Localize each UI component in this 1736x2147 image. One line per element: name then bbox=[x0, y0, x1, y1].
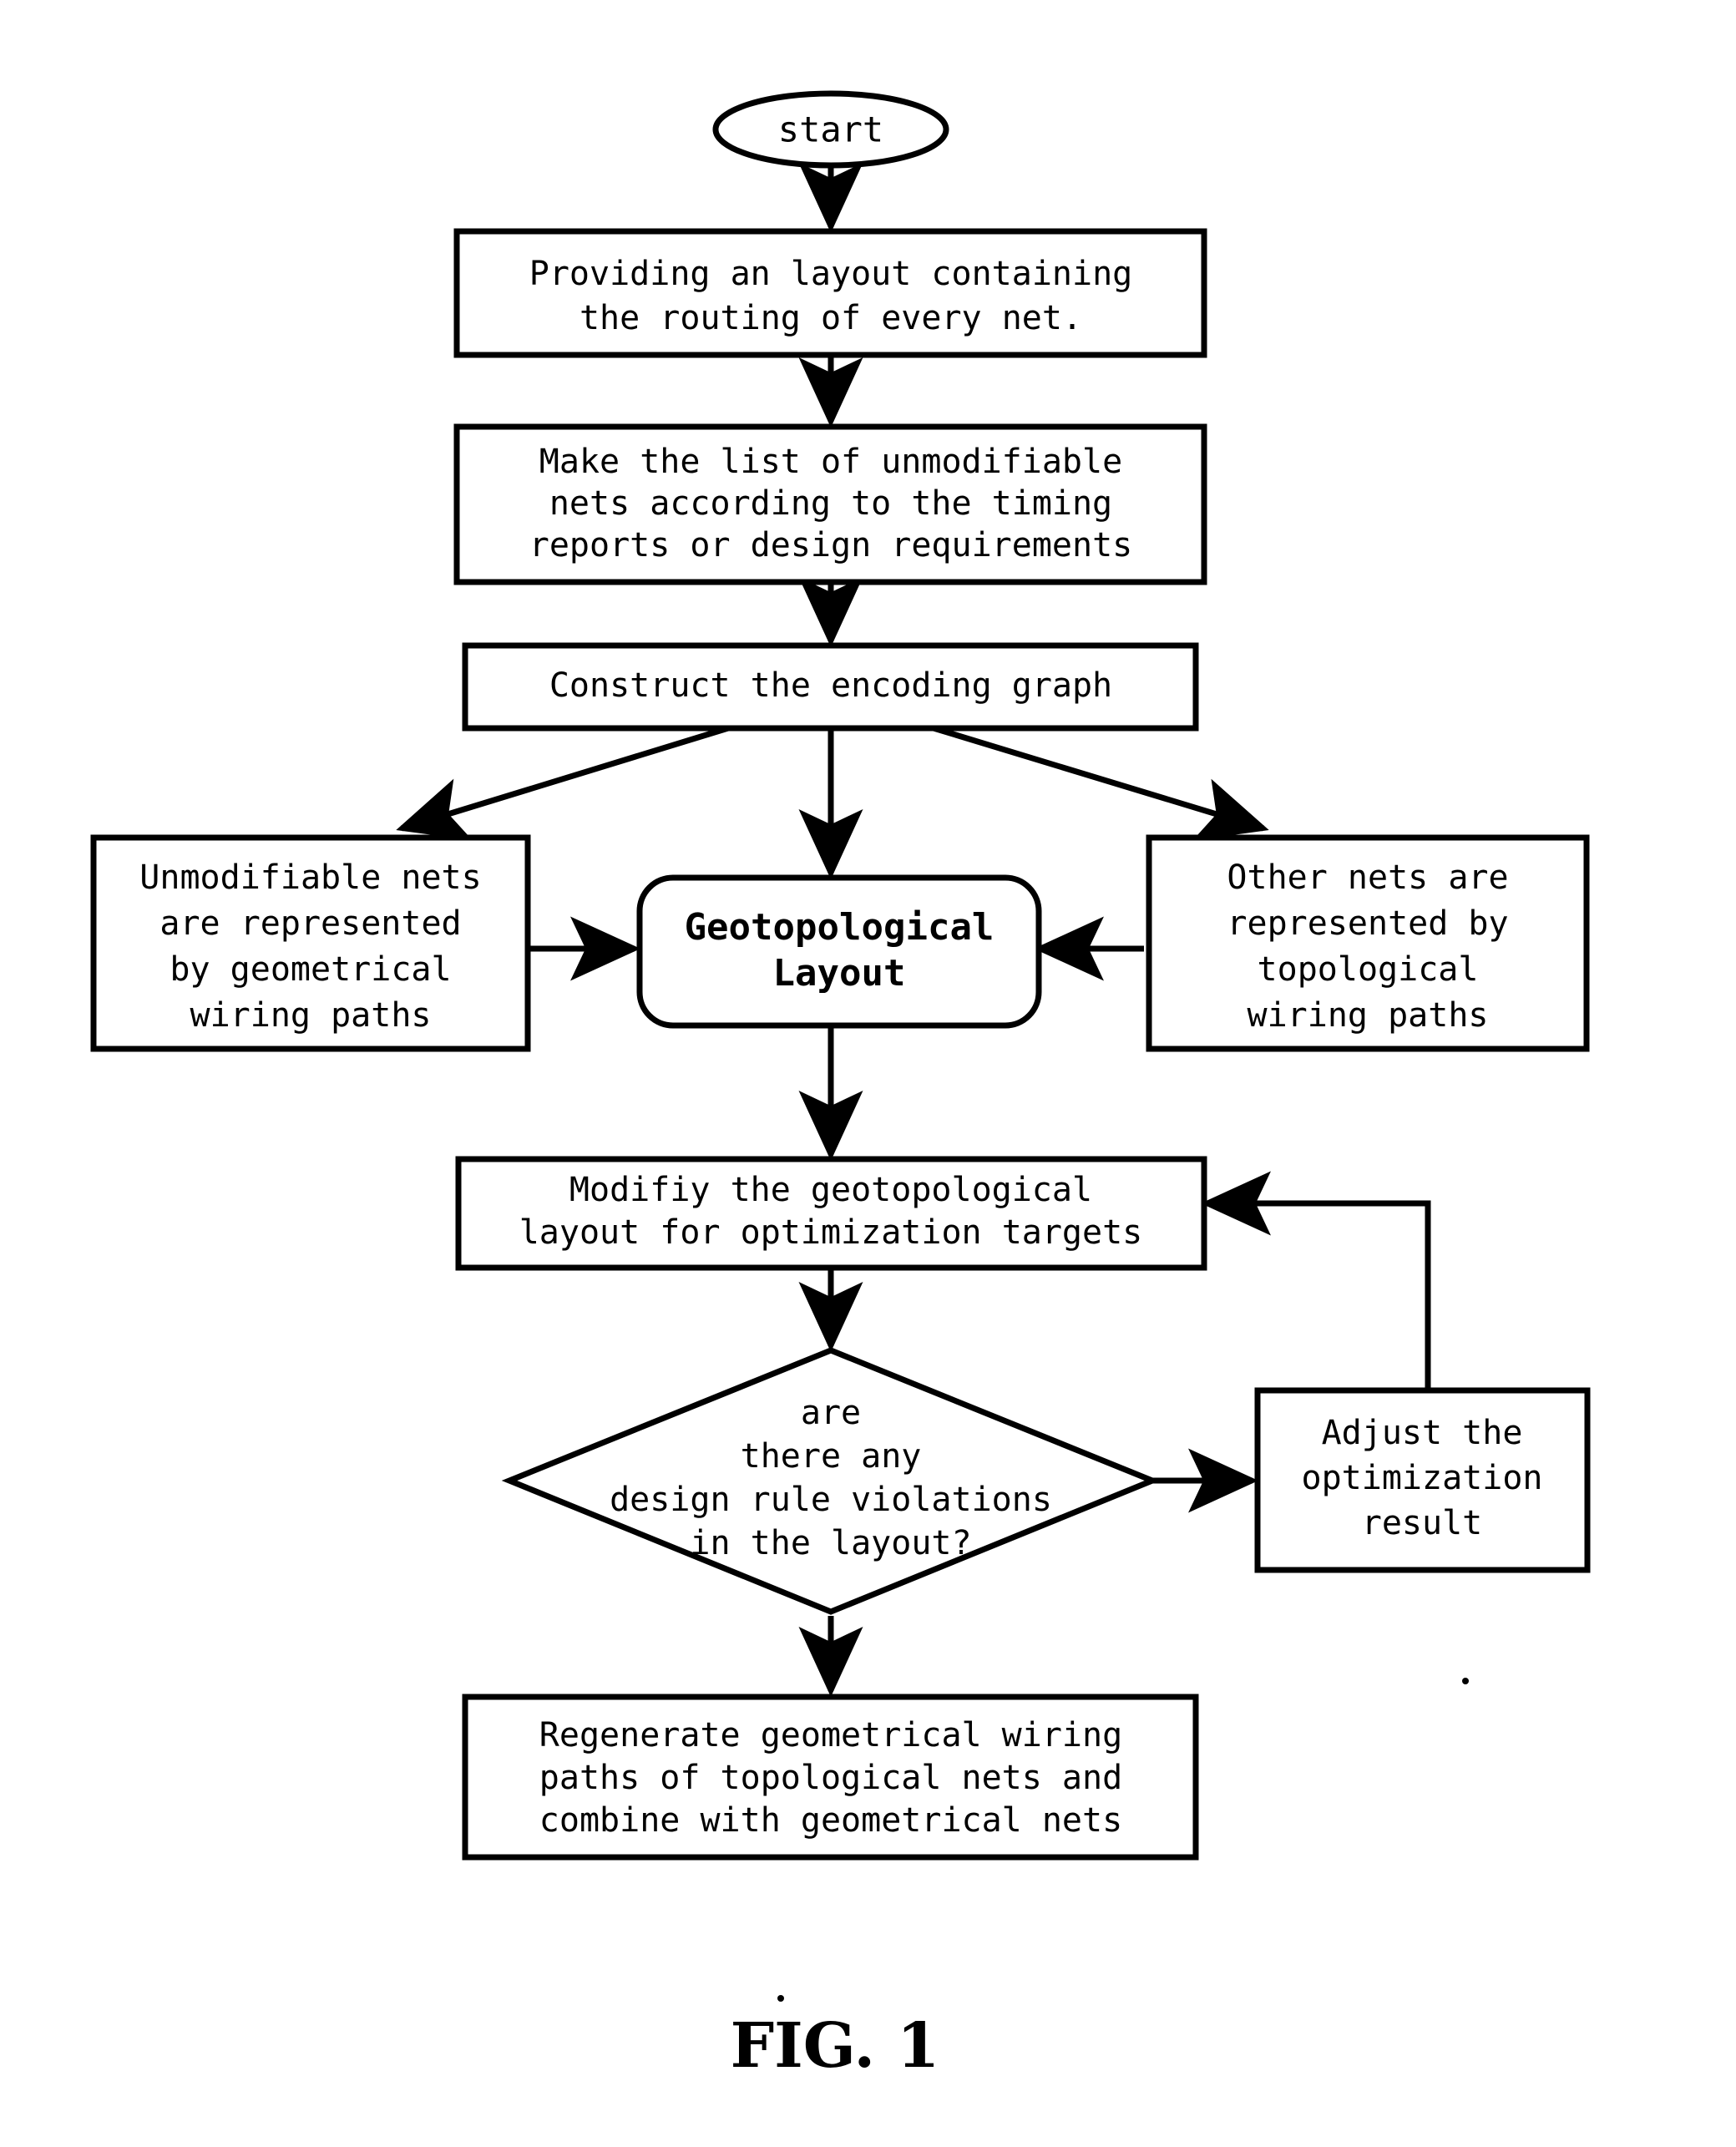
node-drv-decision[interactable]: are there any design rule violations in … bbox=[501, 1347, 1161, 1615]
make-list-line-3: reports or design requirements bbox=[529, 526, 1132, 565]
page-artifact-dot-right bbox=[1462, 1678, 1469, 1684]
edge-construct-graph-to-other-nets bbox=[932, 725, 1269, 841]
make-list-line-2: nets according to the timing bbox=[549, 484, 1112, 523]
node-regenerate-paths[interactable]: Regenerate geometrical wiring paths of t… bbox=[462, 1694, 1199, 1861]
node-geotopological-layout[interactable]: Geotopological Layout bbox=[636, 874, 1042, 1029]
node-modify-layout[interactable]: Modifiy the geotopological layout for op… bbox=[455, 1156, 1207, 1271]
unmodifiable-nets-line-3: by geometrical bbox=[170, 950, 451, 989]
regenerate-paths-line-2: paths of topological nets and bbox=[539, 1759, 1122, 1797]
construct-graph-line-1: Construct the encoding graph bbox=[549, 666, 1112, 705]
geotopological-layout-line-1: Geotopological bbox=[685, 906, 995, 949]
node-provide-layout[interactable]: Providing an layout containing the routi… bbox=[453, 228, 1207, 358]
page-artifact-dot-left bbox=[777, 1995, 784, 2002]
other-nets-line-2: represented by bbox=[1227, 904, 1508, 943]
make-list-line-1: Make the list of unmodifiable bbox=[539, 443, 1122, 481]
start-label: start bbox=[778, 109, 883, 150]
modify-layout-line-2: layout for optimization targets bbox=[519, 1213, 1143, 1252]
figure-1-flowchart: start Providing an layout containing the… bbox=[0, 0, 1736, 2147]
geotopological-layout-line-2: Layout bbox=[773, 952, 906, 995]
node-start[interactable]: start bbox=[712, 90, 949, 169]
node-other-nets[interactable]: Other nets are represented by topologica… bbox=[1146, 834, 1590, 1052]
other-nets-line-4: wiring paths bbox=[1248, 996, 1489, 1035]
regenerate-paths-line-1: Regenerate geometrical wiring bbox=[539, 1716, 1122, 1755]
provide-layout-line-1: Providing an layout containing bbox=[529, 255, 1132, 293]
drv-decision-line-4: in the layout? bbox=[690, 1524, 971, 1562]
other-nets-line-1: Other nets are bbox=[1227, 858, 1508, 897]
drv-decision-line-1: are bbox=[801, 1394, 861, 1432]
edge-construct-graph-to-unmodifiable-nets bbox=[396, 725, 730, 841]
drv-decision-line-2: there any bbox=[741, 1437, 922, 1476]
edge-adjust-result-to-modify-layout-feedback bbox=[1201, 1171, 1431, 1390]
node-make-list[interactable]: Make the list of unmodifiable nets accor… bbox=[453, 423, 1207, 585]
unmodifiable-nets-line-4: wiring paths bbox=[190, 996, 432, 1035]
node-unmodifiable-nets[interactable]: Unmodifiable nets are represented by geo… bbox=[90, 834, 531, 1052]
figure-caption: FIG. 1 bbox=[731, 2010, 940, 2082]
modify-layout-line-1: Modifiy the geotopological bbox=[569, 1171, 1092, 1209]
drv-decision-line-3: design rule violations bbox=[610, 1481, 1052, 1519]
adjust-result-line-3: result bbox=[1362, 1504, 1483, 1542]
adjust-result-line-1: Adjust the bbox=[1322, 1414, 1523, 1452]
unmodifiable-nets-line-1: Unmodifiable nets bbox=[139, 858, 481, 897]
regenerate-paths-line-3: combine with geometrical nets bbox=[539, 1801, 1122, 1840]
node-construct-graph[interactable]: Construct the encoding graph bbox=[462, 642, 1199, 732]
adjust-result-line-2: optimization bbox=[1302, 1459, 1543, 1497]
other-nets-line-3: topological bbox=[1258, 950, 1479, 989]
provide-layout-line-2: the routing of every net. bbox=[580, 299, 1082, 337]
node-adjust-result[interactable]: Adjust the optimization result bbox=[1254, 1387, 1591, 1573]
unmodifiable-nets-line-2: are represented bbox=[159, 904, 461, 943]
